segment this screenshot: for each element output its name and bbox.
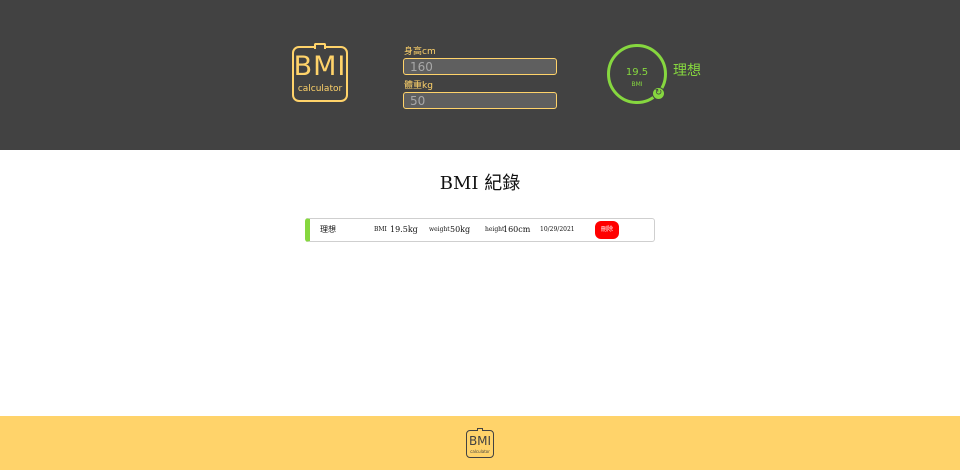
footer-logo: BMI calculator bbox=[466, 428, 496, 460]
record-height-label: height bbox=[485, 226, 505, 233]
footer-logo-title: BMI bbox=[468, 434, 492, 448]
record-row: 理想 BMI 19.5kg weight 50kg height 160cm 1… bbox=[305, 218, 655, 242]
record-bmi-label: BMI bbox=[374, 226, 387, 233]
height-label: 身高cm bbox=[404, 47, 436, 57]
records-title: BMI 紀錄 bbox=[439, 173, 521, 194]
record-date: 10/29/2021 bbox=[540, 226, 575, 233]
weight-label: 體重kg bbox=[404, 81, 433, 91]
record-weight-label: weight bbox=[429, 226, 450, 233]
logo-subtitle: calculator bbox=[297, 84, 343, 94]
footer-logo-subtitle: calculator bbox=[470, 449, 490, 454]
header: BMI calculator 身高cm 體重kg 19.5 BMI ↻ 理想 bbox=[0, 0, 960, 150]
bmi-logo: BMI calculator bbox=[292, 43, 352, 103]
record-weight-value: 50kg bbox=[450, 225, 471, 234]
logo-title: BMI bbox=[293, 51, 347, 82]
bmi-result-value: 19.5 bbox=[625, 67, 649, 78]
delete-button[interactable]: 刪除 bbox=[595, 221, 619, 239]
height-input[interactable] bbox=[403, 58, 557, 75]
record-bmi-value: 19.5kg bbox=[390, 225, 418, 234]
weight-input[interactable] bbox=[403, 92, 557, 109]
refresh-icon[interactable]: ↻ bbox=[652, 87, 665, 100]
footer: BMI calculator bbox=[0, 416, 960, 470]
record-height-value: 160cm bbox=[503, 225, 531, 234]
record-status: 理想 bbox=[320, 225, 336, 234]
result-status: 理想 bbox=[673, 63, 701, 79]
